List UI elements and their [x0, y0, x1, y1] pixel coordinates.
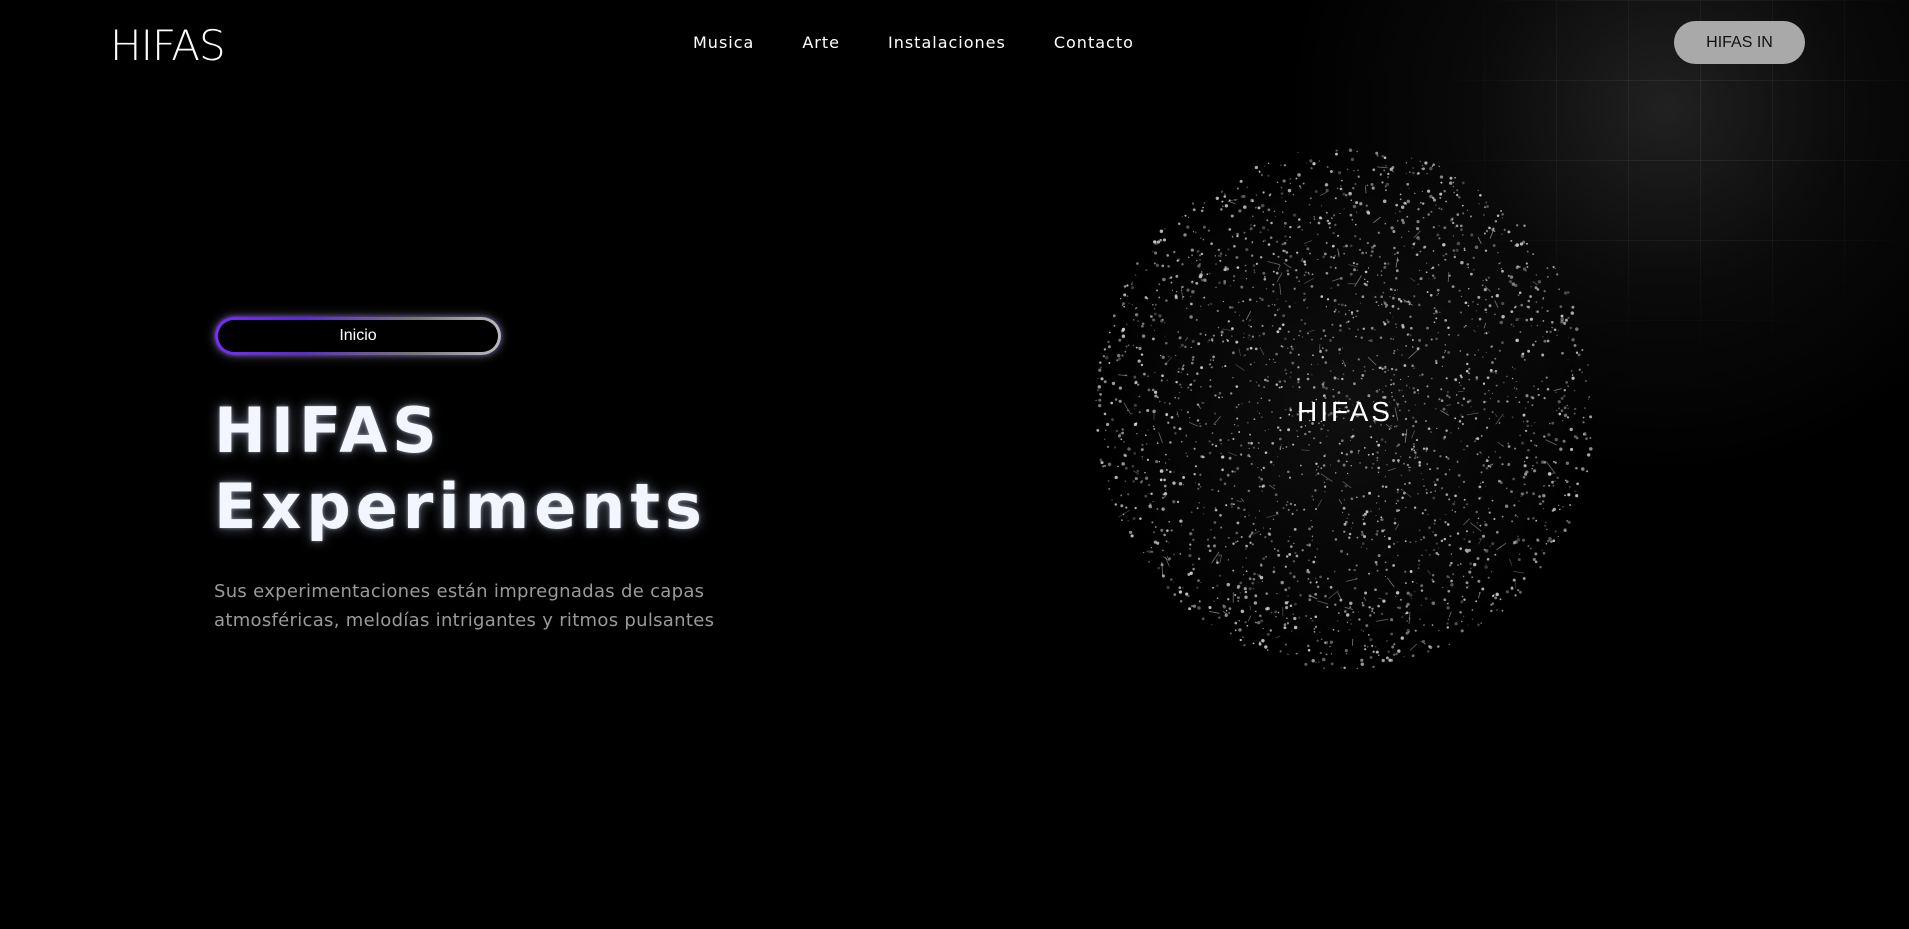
nav-item-contacto[interactable]: Contacto	[1054, 33, 1134, 53]
hifas-in-button[interactable]: HIFAS IN	[1674, 21, 1805, 64]
page: HIFAS Musica Arte Instalaciones Contacto…	[0, 0, 1909, 929]
nav-item-instalaciones[interactable]: Instalaciones	[888, 33, 1006, 53]
inicio-button[interactable]: Inicio	[215, 317, 501, 355]
site-logo[interactable]: HIFAS	[110, 20, 226, 72]
hero-title: HIFAS Experiments	[214, 393, 707, 545]
nav-item-musica[interactable]: Musica	[693, 33, 754, 53]
nav-item-arte[interactable]: Arte	[802, 33, 840, 53]
hero-title-line-2: Experiments	[214, 470, 707, 543]
hero-title-line-1: HIFAS	[214, 394, 442, 467]
sphere-label: HIFAS	[1297, 396, 1393, 427]
main-nav: Musica Arte Instalaciones Contacto	[693, 33, 1182, 53]
hero-description: Sus experimentaciones están impregnadas …	[214, 581, 715, 631]
